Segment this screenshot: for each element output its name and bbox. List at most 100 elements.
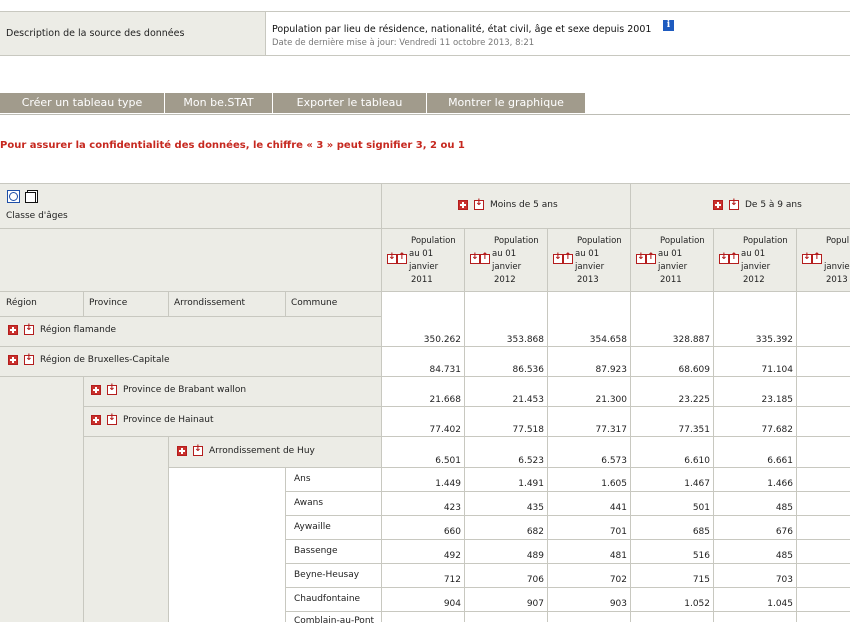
table-cell-value: 501 (692, 503, 710, 513)
column-header-line: Population (743, 236, 788, 246)
table-cell-value: 492 (443, 551, 461, 561)
column-header-line: janvier (409, 262, 439, 272)
table-cell-value: 77.402 (429, 425, 462, 435)
table-cell-value: 903 (609, 599, 627, 609)
sort-up-icon[interactable] (812, 252, 822, 264)
row-label: Région de Bruxelles-Capitale (40, 355, 170, 365)
table-cell-value: 706 (526, 575, 544, 585)
column-header-line: au 01 (658, 249, 683, 259)
table-cell-value: 84.731 (429, 365, 462, 375)
table-cell-value: 907 (526, 599, 544, 609)
dim-header-commune[interactable]: Commune (291, 298, 337, 308)
corner-header (0, 183, 381, 228)
table-cell-value: 21.453 (512, 395, 545, 405)
table-cell-value: 1.491 (518, 479, 544, 489)
dim-header-region[interactable]: Région (6, 298, 37, 308)
table-cell-value: 1.052 (684, 599, 710, 609)
sort-down-icon[interactable] (387, 252, 397, 264)
table-cell-value: 21.668 (429, 395, 462, 405)
column-header-line: au 01 (575, 249, 600, 259)
column-header-line: Population (577, 236, 622, 246)
dim-header-arrondissement[interactable]: Arrondissement (174, 298, 245, 308)
table-cell-value: 21.300 (595, 395, 628, 405)
expand-plus-icon[interactable] (713, 200, 723, 210)
table-cell-value: 516 (692, 551, 710, 561)
source-title: Population par lieu de résidence, nation… (272, 24, 652, 35)
sort-down-icon[interactable] (719, 252, 729, 264)
row-label: Aywaille (294, 522, 331, 532)
sort-down-icon[interactable] (193, 444, 203, 456)
table-cell-value: 904 (443, 599, 461, 609)
source-description-label: Description de la source des données (0, 12, 266, 55)
row-label: Awans (294, 498, 324, 508)
column-header-line: janvier (575, 262, 605, 272)
table-cell-value: 6.501 (435, 456, 461, 466)
column-header-line: 2013 (577, 275, 599, 285)
table-cell-value: 23.225 (678, 395, 711, 405)
sort-down-icon[interactable] (24, 353, 34, 365)
expand-plus-icon[interactable] (8, 325, 18, 335)
sort-down-icon[interactable] (802, 252, 812, 264)
expand-plus-icon[interactable] (91, 415, 101, 425)
sort-down-icon[interactable] (553, 252, 563, 264)
table-cell-value: 77.317 (595, 425, 628, 435)
column-header-line: Population (411, 236, 456, 246)
table-cell-value: 485 (775, 503, 793, 513)
source-description-box: Description de la source des données Pop… (0, 11, 850, 56)
dim-header-province[interactable]: Province (89, 298, 127, 308)
column-header-line: 2012 (494, 275, 516, 285)
sort-down-icon[interactable] (636, 252, 646, 264)
age-group-label: De 5 à 9 ans (745, 200, 802, 210)
table-cell-value: 6.523 (518, 456, 544, 466)
pivot-icon[interactable] (7, 190, 20, 203)
table-cell-value: 68.609 (678, 365, 711, 375)
table-cell-value: 701 (609, 527, 627, 537)
expand-plus-icon[interactable] (91, 385, 101, 395)
column-header-line: au 01 (409, 249, 434, 259)
sort-up-icon[interactable] (480, 252, 490, 264)
row-label: Comblain-au-Pont (294, 616, 375, 626)
create-table-button[interactable]: Créer un tableau type (0, 93, 165, 113)
column-header-line: au 01 (492, 249, 517, 259)
table-cell-value: 328.887 (672, 335, 710, 345)
table-cell-value: 441 (609, 503, 627, 513)
table-cell-value: 77.682 (761, 425, 794, 435)
my-bestat-button[interactable]: Mon be.STAT (165, 93, 273, 113)
table-cell-value: 354.658 (589, 335, 627, 345)
row-label: Région flamande (40, 325, 117, 335)
sort-up-icon[interactable] (646, 252, 656, 264)
info-icon[interactable]: i (663, 20, 674, 31)
table-cell-value: 6.661 (767, 456, 793, 466)
column-header-line: Population (660, 236, 705, 246)
sort-down-icon[interactable] (729, 198, 739, 210)
table-cell-value: 23.185 (761, 395, 794, 405)
column-header-line: 2012 (743, 275, 765, 285)
expand-plus-icon[interactable] (458, 200, 468, 210)
column-header-line: janvier (824, 262, 850, 272)
sort-down-icon[interactable] (24, 323, 34, 335)
sort-up-icon[interactable] (397, 252, 407, 264)
table-cell-value: 86.536 (512, 365, 545, 375)
expand-plus-icon[interactable] (8, 355, 18, 365)
sort-down-icon[interactable] (107, 413, 117, 425)
sort-down-icon[interactable] (107, 383, 117, 395)
sort-up-icon[interactable] (729, 252, 739, 264)
table-cell-value: 682 (526, 527, 544, 537)
export-table-button[interactable]: Exporter le tableau (273, 93, 427, 113)
table-cell-value: 489 (526, 551, 544, 561)
column-header-line: janvier (492, 262, 522, 272)
empty-dim-header (0, 228, 381, 291)
sort-up-icon[interactable] (563, 252, 573, 264)
table-cell-value: 702 (609, 575, 627, 585)
layout-icon[interactable] (25, 190, 38, 203)
sort-down-icon[interactable] (474, 198, 484, 210)
expand-plus-icon[interactable] (177, 446, 187, 456)
table-cell-value: 703 (775, 575, 793, 585)
show-chart-button[interactable]: Montrer le graphique (427, 93, 586, 113)
table-cell-value: 485 (775, 551, 793, 561)
table-cell-value: 87.923 (595, 365, 628, 375)
table-cell-value: 660 (443, 527, 461, 537)
column-header-line: 2011 (660, 275, 682, 285)
table-cell-value: 1.467 (684, 479, 710, 489)
sort-down-icon[interactable] (470, 252, 480, 264)
